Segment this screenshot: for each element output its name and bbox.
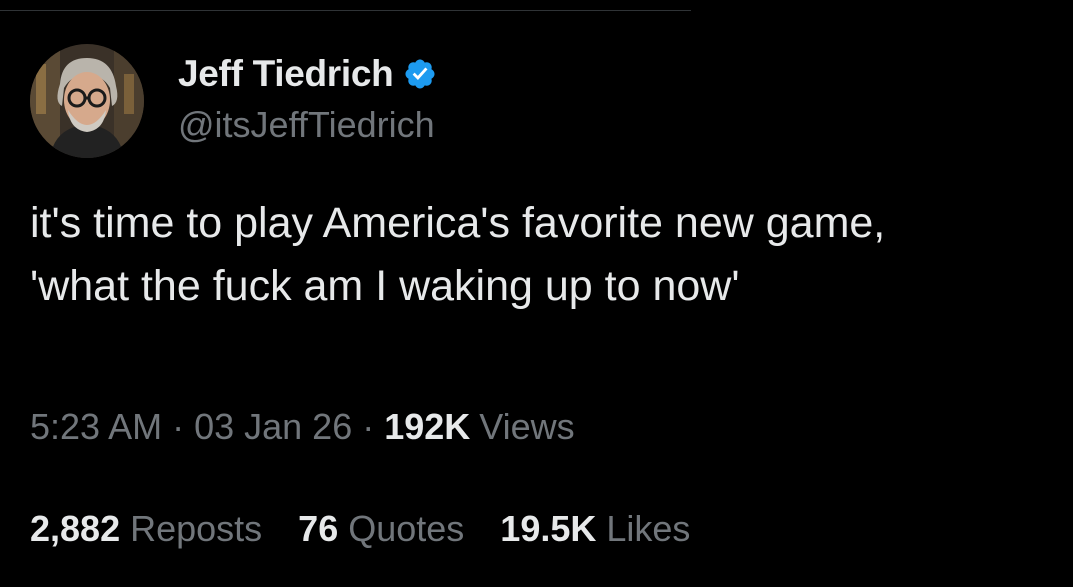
top-divider xyxy=(0,10,691,11)
avatar-image xyxy=(30,44,144,158)
meta-separator: · xyxy=(362,406,375,447)
quotes-stat[interactable]: 76 Quotes xyxy=(298,508,464,550)
quotes-label: Quotes xyxy=(348,508,465,549)
tweet-meta: 5:23 AM · 03 Jan 26 · 192K Views xyxy=(30,406,575,448)
quotes-count: 76 xyxy=(298,508,339,549)
reposts-count: 2,882 xyxy=(30,508,121,549)
tweet-text: it's time to play America's favorite new… xyxy=(30,199,886,310)
verified-badge-icon[interactable] xyxy=(403,57,437,91)
author-display-name[interactable]: Jeff Tiedrich xyxy=(178,53,394,95)
views-label: Views xyxy=(479,406,575,447)
meta-separator: · xyxy=(172,406,185,447)
avatar[interactable] xyxy=(30,44,144,158)
likes-count: 19.5K xyxy=(500,508,597,549)
engagement-stats: 2,882 Reposts 76 Quotes 19.5K Likes xyxy=(30,508,726,550)
likes-label: Likes xyxy=(606,508,691,549)
likes-stat[interactable]: 19.5K Likes xyxy=(500,508,690,550)
tweet-date[interactable]: 03 Jan 26 xyxy=(194,406,352,448)
tweet-time[interactable]: 5:23 AM xyxy=(30,406,162,448)
views-count: 192K xyxy=(384,406,471,447)
author-handle[interactable]: @itsJeffTiedrich xyxy=(178,104,435,146)
author-name-row: Jeff Tiedrich xyxy=(178,52,437,96)
reposts-label: Reposts xyxy=(130,508,263,549)
reposts-stat[interactable]: 2,882 Reposts xyxy=(30,508,262,550)
